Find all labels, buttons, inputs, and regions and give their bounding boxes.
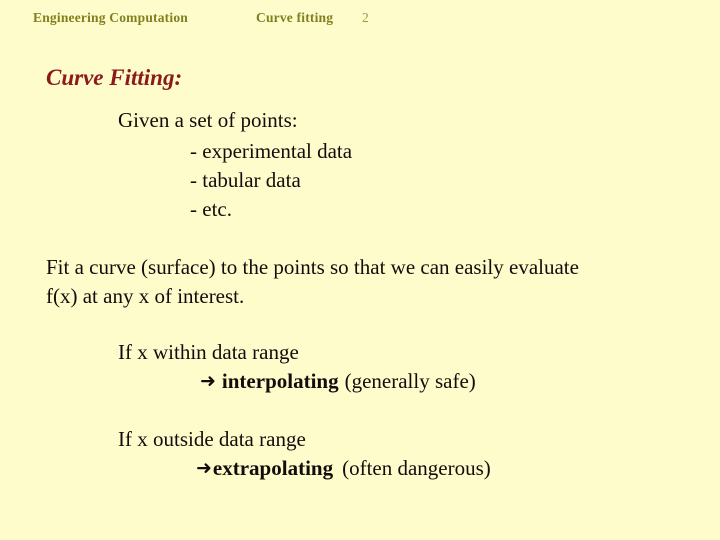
arrow-right-icon: ➜ bbox=[196, 457, 212, 479]
header-topic-title: Curve fitting bbox=[256, 10, 334, 25]
slide-header: Engineering Computation Curve fitting 2 bbox=[0, 10, 720, 32]
description-paragraph-line-1: Fit a curve (surface) to the points so t… bbox=[46, 255, 579, 279]
interpolating-note: (generally safe) bbox=[344, 369, 476, 393]
extrapolating-term: extrapolating bbox=[212, 456, 334, 480]
page-title: Curve Fitting: bbox=[46, 65, 183, 90]
description-paragraph-line-2: f(x) at any x of interest. bbox=[46, 284, 245, 308]
interpolation-result-line: ➜ interpolating (generally safe) bbox=[200, 367, 476, 397]
interpolating-term: interpolating bbox=[221, 369, 339, 393]
slide-canvas: Engineering Computation Curve fitting 2 … bbox=[0, 0, 720, 540]
extrapolation-condition: If x outside data range bbox=[118, 427, 306, 451]
extrapolating-note: (often dangerous) bbox=[342, 456, 491, 480]
extrapolation-result-line: ➜extrapolating (often dangerous) bbox=[196, 454, 491, 484]
list-item: - experimental data bbox=[190, 139, 353, 163]
list-item: - tabular data bbox=[190, 168, 301, 192]
arrow-right-icon: ➜ bbox=[200, 370, 216, 392]
list-item: - etc. bbox=[190, 197, 232, 221]
header-course-title: Engineering Computation bbox=[33, 10, 188, 25]
header-slide-number: 2 bbox=[362, 10, 369, 25]
interpolation-condition: If x within data range bbox=[118, 340, 299, 364]
given-points-heading: Given a set of points: bbox=[118, 108, 298, 132]
